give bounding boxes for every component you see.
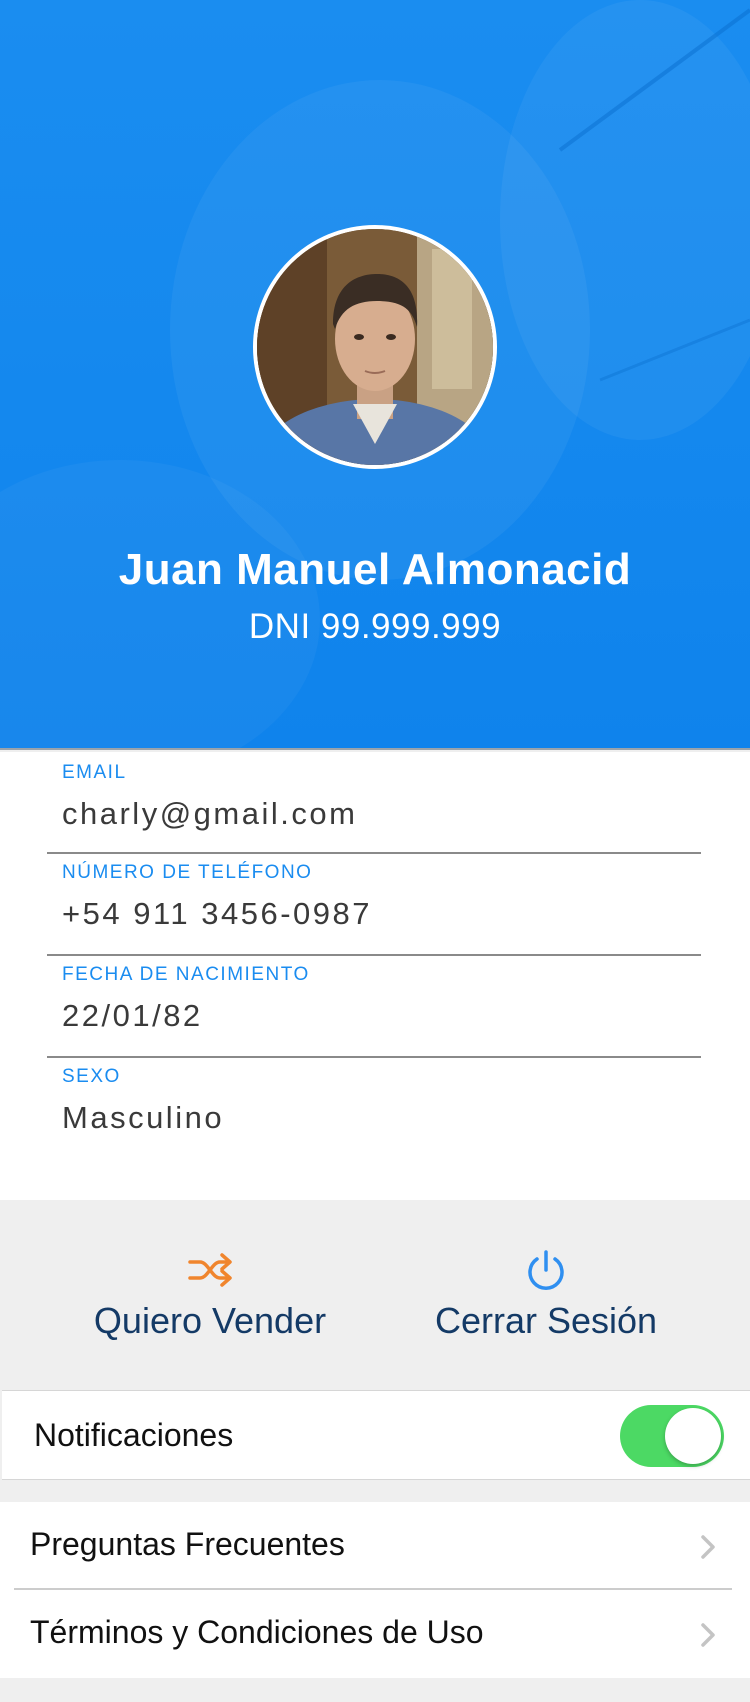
profile-fields: EMAIL charly@gmail.com NÚMERO DE TELÉFON… (0, 752, 750, 1200)
email-label: EMAIL (62, 762, 127, 783)
avatar[interactable] (253, 225, 497, 469)
logout-label: Cerrar Sesión (434, 1300, 658, 1341)
phone-value[interactable]: +54 911 3456-0987 (62, 896, 372, 932)
power-icon (528, 1250, 564, 1290)
email-field[interactable]: EMAIL charly@gmail.com (47, 716, 701, 854)
phone-label: NÚMERO DE TELÉFONO (62, 862, 313, 883)
profile-screen: Juan Manuel Almonacid DNI 99.999.999 EMA… (0, 0, 750, 1702)
gender-value[interactable]: Masculino (62, 1100, 224, 1136)
notifications-label: Notificaciones (34, 1417, 234, 1453)
birthdate-value[interactable]: 22/01/82 (62, 998, 203, 1034)
terms-link[interactable]: Términos y Condiciones de Uso (0, 1590, 750, 1678)
birthdate-label: FECHA DE NACIMIENTO (62, 964, 310, 985)
sell-button[interactable]: Quiero Vender (40, 1250, 380, 1350)
terms-label: Términos y Condiciones de Uso (30, 1614, 484, 1650)
actions-bar: Quiero Vender Cerrar Sesión (0, 1200, 750, 1390)
gender-field[interactable]: SEXO Masculino (47, 1058, 701, 1160)
faq-label: Preguntas Frecuentes (30, 1526, 345, 1562)
links-list: Preguntas Frecuentes Términos y Condicio… (0, 1502, 750, 1678)
phone-field[interactable]: NÚMERO DE TELÉFONO +54 911 3456-0987 (47, 854, 701, 956)
profile-dni: DNI 99.999.999 (248, 607, 502, 646)
toggle-knob (665, 1408, 721, 1464)
profile-header: Juan Manuel Almonacid DNI 99.999.999 (0, 0, 750, 750)
birthdate-field[interactable]: FECHA DE NACIMIENTO 22/01/82 (47, 956, 701, 1058)
avatar-photo (257, 229, 493, 465)
shuffle-icon (188, 1253, 232, 1287)
sell-label: Quiero Vender (93, 1300, 327, 1341)
faq-link[interactable]: Preguntas Frecuentes (0, 1502, 750, 1590)
avatar-portrait-image (257, 229, 493, 465)
gender-label: SEXO (62, 1066, 121, 1087)
logout-button[interactable]: Cerrar Sesión (376, 1250, 716, 1350)
chevron-right-icon (701, 1623, 715, 1647)
notifications-row: Notificaciones (2, 1390, 750, 1480)
notifications-toggle[interactable] (620, 1405, 724, 1467)
profile-name: Juan Manuel Almonacid (118, 545, 632, 594)
email-value[interactable]: charly@gmail.com (62, 796, 357, 832)
chevron-right-icon (701, 1535, 715, 1559)
